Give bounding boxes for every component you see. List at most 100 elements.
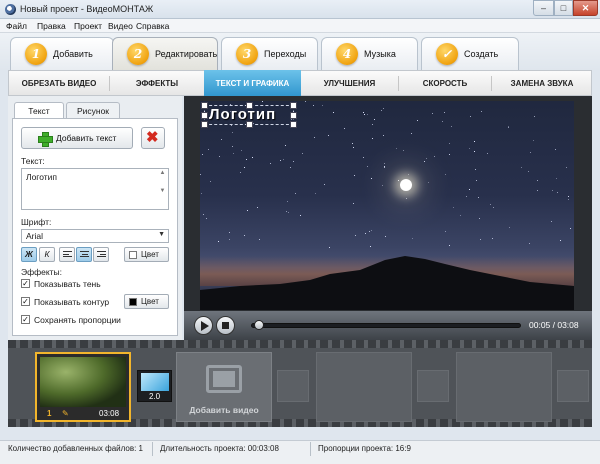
menu-file[interactable]: Файл [6, 21, 27, 31]
bold-button[interactable]: Ж [21, 247, 37, 262]
star [367, 114, 368, 115]
star [445, 174, 446, 175]
star [244, 167, 245, 168]
subtab-text-graphics[interactable]: ТЕКСТ И ГРАФИКА [204, 70, 301, 97]
text-input[interactable]: Логотип ▲ ▼ [21, 168, 169, 210]
tab-text[interactable]: Текст [14, 102, 64, 119]
subtab-trim[interactable]: ОБРЕЗАТЬ ВИДЕО [9, 71, 109, 96]
star [469, 148, 470, 149]
star [426, 158, 427, 159]
step-create[interactable]: ✓ Создать [421, 37, 519, 70]
align-left-button[interactable] [59, 247, 75, 262]
color-label: Цвет [141, 297, 159, 306]
status-aspect: Пропорции проекта: 16:9 [318, 444, 411, 453]
star [492, 238, 493, 239]
font-select[interactable]: Arial ▼ [21, 229, 169, 243]
empty-transition-slot[interactable] [277, 370, 309, 402]
star [229, 239, 230, 240]
video-clip[interactable]: 1 ✎ 03:08 [35, 352, 131, 422]
seek-thumb[interactable] [254, 320, 265, 330]
shadow-checkbox[interactable]: ✓ [21, 279, 30, 288]
menu-edit[interactable]: Правка [37, 21, 66, 31]
align-center-button[interactable] [76, 247, 92, 262]
resize-handle[interactable] [201, 121, 208, 128]
add-text-button[interactable]: Добавить текст [21, 127, 133, 149]
close-button[interactable]: ✕ [573, 0, 598, 16]
transition-thumb[interactable]: 2.0 [137, 370, 172, 402]
star [403, 150, 404, 151]
resize-handle[interactable] [290, 121, 297, 128]
menu-video[interactable]: Видео [108, 21, 133, 31]
star [240, 172, 241, 173]
star [480, 239, 481, 240]
resize-handle[interactable] [246, 102, 253, 109]
seek-bar[interactable] [251, 323, 521, 328]
resize-handle[interactable] [290, 102, 297, 109]
textarea-scrollbar[interactable]: ▲ ▼ [158, 170, 167, 210]
star [537, 180, 538, 181]
plus-icon [38, 132, 53, 147]
star [374, 119, 375, 120]
align-right-icon [97, 251, 106, 259]
step-music[interactable]: 4 Музыка [321, 37, 418, 70]
star [384, 166, 385, 167]
subtab-speed[interactable]: СКОРОСТЬ [399, 71, 491, 96]
empty-clip-slot[interactable] [316, 352, 412, 422]
effects-label: Эффекты: [21, 267, 63, 277]
outline-color-button[interactable]: Цвет [124, 294, 169, 309]
star [449, 143, 450, 144]
star [202, 154, 203, 155]
status-divider [310, 442, 311, 456]
star [372, 124, 373, 125]
star [481, 111, 482, 112]
star [568, 196, 569, 197]
film-icon [206, 365, 242, 393]
subtab-effects[interactable]: ЭФФЕКТЫ [110, 71, 204, 96]
maximize-button[interactable]: □ [554, 0, 573, 16]
text-overlay-box[interactable]: Логотип [201, 102, 297, 128]
delete-text-button[interactable]: ✖ [141, 127, 165, 149]
add-video-slot[interactable]: Добавить видео [176, 352, 272, 422]
empty-clip-slot[interactable] [456, 352, 552, 422]
star [382, 185, 383, 186]
step-transitions[interactable]: 3 Переходы [221, 37, 318, 70]
edit-pencil-icon[interactable]: ✎ [62, 409, 69, 418]
step-edit[interactable]: 2 Редактировать [112, 37, 218, 70]
resize-handle[interactable] [201, 112, 208, 119]
star [453, 207, 454, 208]
outline-checkbox[interactable]: ✓ [21, 297, 30, 306]
resize-handle[interactable] [246, 121, 253, 128]
star [383, 135, 384, 136]
keep-proportions-checkbox[interactable]: ✓ [21, 315, 30, 324]
subtab-replace-sound[interactable]: ЗАМЕНА ЗВУКА [492, 71, 592, 96]
star [557, 192, 558, 193]
subtab-enhancements[interactable]: УЛУЧШЕНИЯ [301, 71, 398, 96]
minimize-button[interactable]: – [533, 0, 554, 16]
empty-transition-slot[interactable] [557, 370, 589, 402]
stop-button[interactable] [216, 316, 235, 335]
menu-project[interactable]: Проект [74, 21, 102, 31]
tab-picture[interactable]: Рисунок [66, 102, 120, 118]
resize-handle[interactable] [201, 102, 208, 109]
star [221, 139, 222, 140]
menu-help[interactable]: Справка [136, 21, 169, 31]
color-label: Цвет [141, 250, 159, 259]
clip-number: 1 [47, 409, 52, 418]
star [241, 150, 242, 151]
star [474, 141, 475, 142]
italic-button[interactable]: К [39, 247, 55, 262]
step-add[interactable]: 1 Добавить [10, 37, 114, 70]
checkmark-icon: ✓ [436, 43, 458, 65]
mountain-silhouette [200, 256, 574, 310]
play-button[interactable] [194, 316, 213, 335]
text-color-button[interactable]: Цвет [124, 247, 169, 262]
star [490, 204, 491, 205]
step-label: Музыка [364, 49, 396, 59]
empty-transition-slot[interactable] [417, 370, 449, 402]
align-right-button[interactable] [93, 247, 109, 262]
outline-color-swatch [129, 298, 137, 306]
star [300, 215, 301, 216]
video-frame[interactable]: Логотип [200, 101, 574, 310]
step-number-badge: 2 [127, 43, 149, 65]
resize-handle[interactable] [290, 112, 297, 119]
